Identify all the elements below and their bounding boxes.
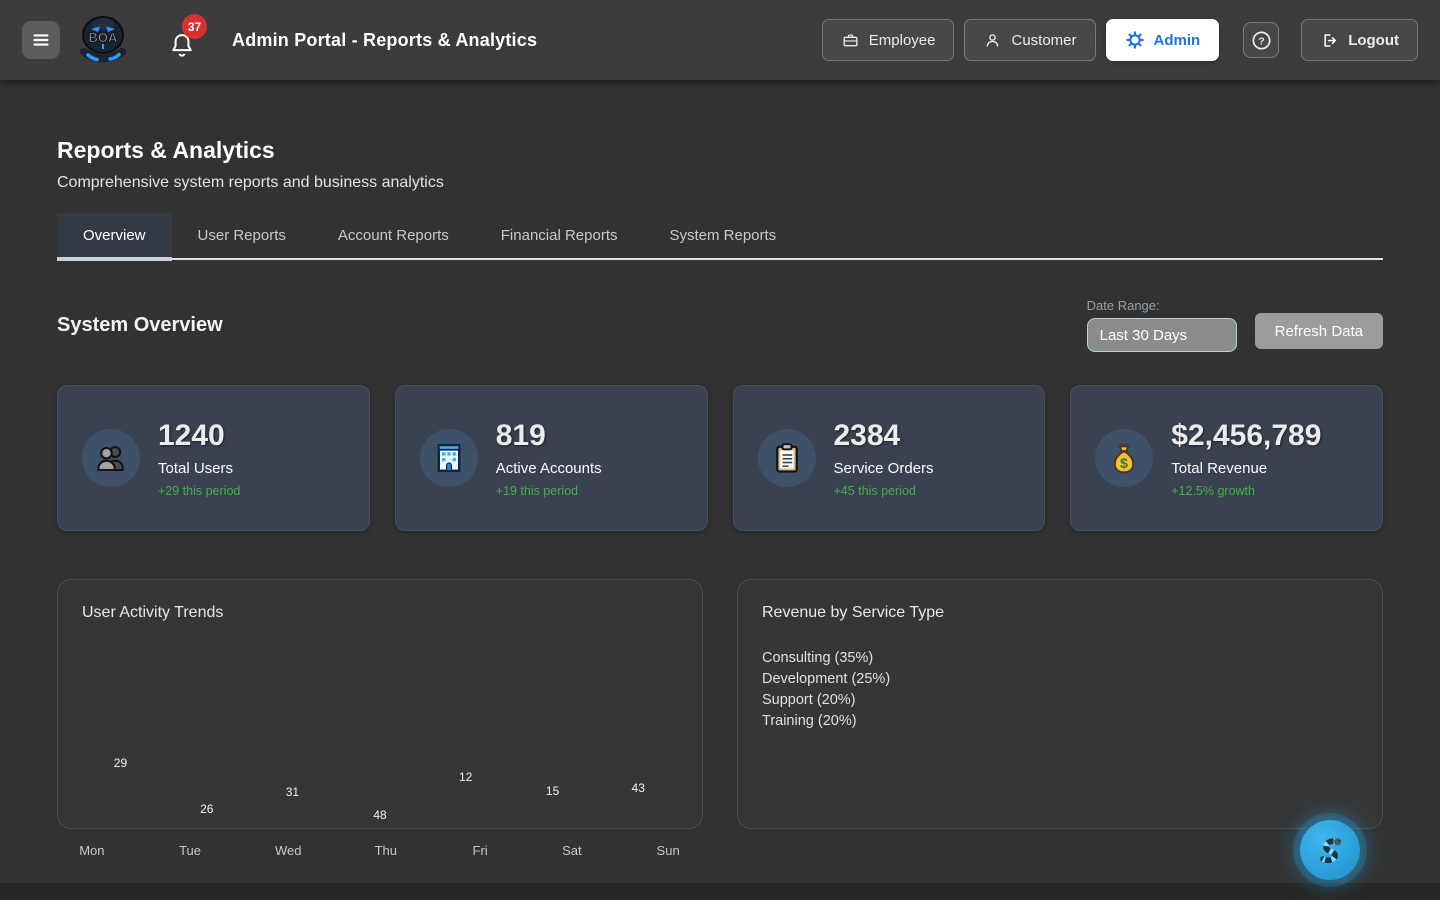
person-icon [983,31,1002,50]
overview-header-row: System Overview Date Range: Last 30 Days… [57,298,1383,352]
activity-chart-column: User Activity Trends 29 26 31 48 12 15 43 Mon T… [57,579,703,863]
stat-cards: 1240 Total Users +29 this period 819 [57,385,1383,531]
stat-label: Total Users [158,460,240,477]
tab-account-reports[interactable]: Account Reports [312,213,475,258]
stat-card-active-accounts: 819 Active Accounts +19 this period [395,385,708,531]
menu-button[interactable] [22,21,60,59]
header-actions: Employee Customer Admin [822,19,1418,61]
logout-button[interactable]: Logout [1301,19,1418,61]
revenue-chart-card: Revenue by Service Type Consulting (35%)… [737,579,1383,829]
stat-label: Active Accounts [496,460,602,477]
briefcase-icon [841,31,860,50]
nav-customer-button[interactable]: Customer [964,19,1095,61]
stat-value: 819 [496,419,602,453]
page-subtitle: Comprehensive system reports and busines… [57,174,1383,192]
stat-card-service-orders: 2384 Service Orders +45 this period [733,385,1046,531]
date-range-label: Date Range: [1087,298,1237,313]
activity-value-label: 29 [114,756,127,770]
revenue-breakdown-item: Consulting (35%) [762,648,1358,669]
svg-text:BOA: BOA [89,30,119,45]
notification-badge: 37 [182,14,207,39]
nav-employee-label: Employee [869,32,936,49]
activity-day-label: Sat [562,843,582,858]
gear-icon [1125,30,1145,50]
section-title: System Overview [57,314,223,337]
snake-icon [1312,832,1348,868]
activity-value-label: 12 [459,770,472,784]
activity-x-axis: Mon Tue Wed Thu Fri Sat Sun [57,843,703,863]
bottom-bar [0,883,1440,900]
page-title: Reports & Analytics [57,137,1383,164]
revenue-breakdown-item: Training (20%) [762,711,1358,732]
activity-value-label: 48 [373,808,386,822]
revenue-breakdown-item: Development (25%) [762,669,1358,690]
overview-controls: Date Range: Last 30 Days Refresh Data [1087,298,1383,352]
activity-day-label: Mon [79,843,104,858]
revenue-chart-title: Revenue by Service Type [762,604,1358,622]
activity-value-label: 43 [632,781,645,795]
boa-logo: BOA [76,11,130,70]
app-header: BOA 37 Admin Portal - Reports & Analytic… [0,0,1440,80]
stat-value: $2,456,789 [1171,419,1321,453]
refresh-data-button[interactable]: Refresh Data [1255,313,1383,349]
stat-value: 2384 [834,419,934,453]
users-icon [82,429,140,487]
assistant-fab-button[interactable] [1300,820,1360,880]
hamburger-icon [30,29,52,51]
stat-label: Total Revenue [1171,460,1321,477]
nav-admin-button[interactable]: Admin [1106,19,1220,61]
charts-row: User Activity Trends 29 26 31 48 12 15 43 Mon T… [57,579,1383,863]
stat-label: Service Orders [834,460,934,477]
stat-delta: +19 this period [496,484,602,498]
nav-admin-label: Admin [1154,32,1201,49]
stat-delta: +12.5% growth [1171,484,1321,498]
logout-label: Logout [1348,32,1399,49]
activity-chart-card: User Activity Trends 29 26 31 48 12 15 43 [57,579,703,829]
activity-day-label: Tue [179,843,201,858]
building-icon [420,429,478,487]
money-bag-icon: $ [1095,429,1153,487]
activity-value-label: 31 [286,785,299,799]
activity-value-label: 26 [200,802,213,816]
logout-icon [1320,31,1339,50]
clipboard-icon [758,429,816,487]
main-content: Reports & Analytics Comprehensive system… [0,137,1440,863]
tab-financial-reports[interactable]: Financial Reports [475,213,644,258]
notifications-button[interactable]: 37 [168,20,202,60]
tab-system-reports[interactable]: System Reports [643,213,802,258]
stat-value: 1240 [158,419,240,453]
svg-text:$: $ [1120,456,1128,472]
activity-day-label: Fri [473,843,488,858]
svg-text:?: ? [1258,35,1264,47]
revenue-breakdown-list: Consulting (35%)Development (25%)Support… [762,648,1358,732]
date-range-select[interactable]: Last 30 Days [1087,318,1237,352]
nav-employee-button[interactable]: Employee [822,19,955,61]
stat-delta: +29 this period [158,484,240,498]
report-tabs: Overview User Reports Account Reports Fi… [57,213,1383,260]
app-title: Admin Portal - Reports & Analytics [232,30,537,51]
activity-day-label: Sun [657,843,680,858]
activity-day-label: Thu [375,843,397,858]
revenue-breakdown-item: Support (20%) [762,690,1358,711]
stat-card-total-revenue: $ $2,456,789 Total Revenue +12.5% growth [1070,385,1383,531]
activity-chart-title: User Activity Trends [82,604,678,622]
stat-card-total-users: 1240 Total Users +29 this period [57,385,370,531]
activity-value-label: 15 [546,784,559,798]
tab-overview[interactable]: Overview [57,213,172,258]
help-button[interactable]: ? [1243,22,1279,58]
stat-delta: +45 this period [834,484,934,498]
cobra-logo-icon: BOA [76,11,130,65]
nav-customer-label: Customer [1011,32,1076,49]
activity-day-label: Wed [275,843,302,858]
question-icon: ? [1250,29,1273,52]
tab-user-reports[interactable]: User Reports [172,213,312,258]
